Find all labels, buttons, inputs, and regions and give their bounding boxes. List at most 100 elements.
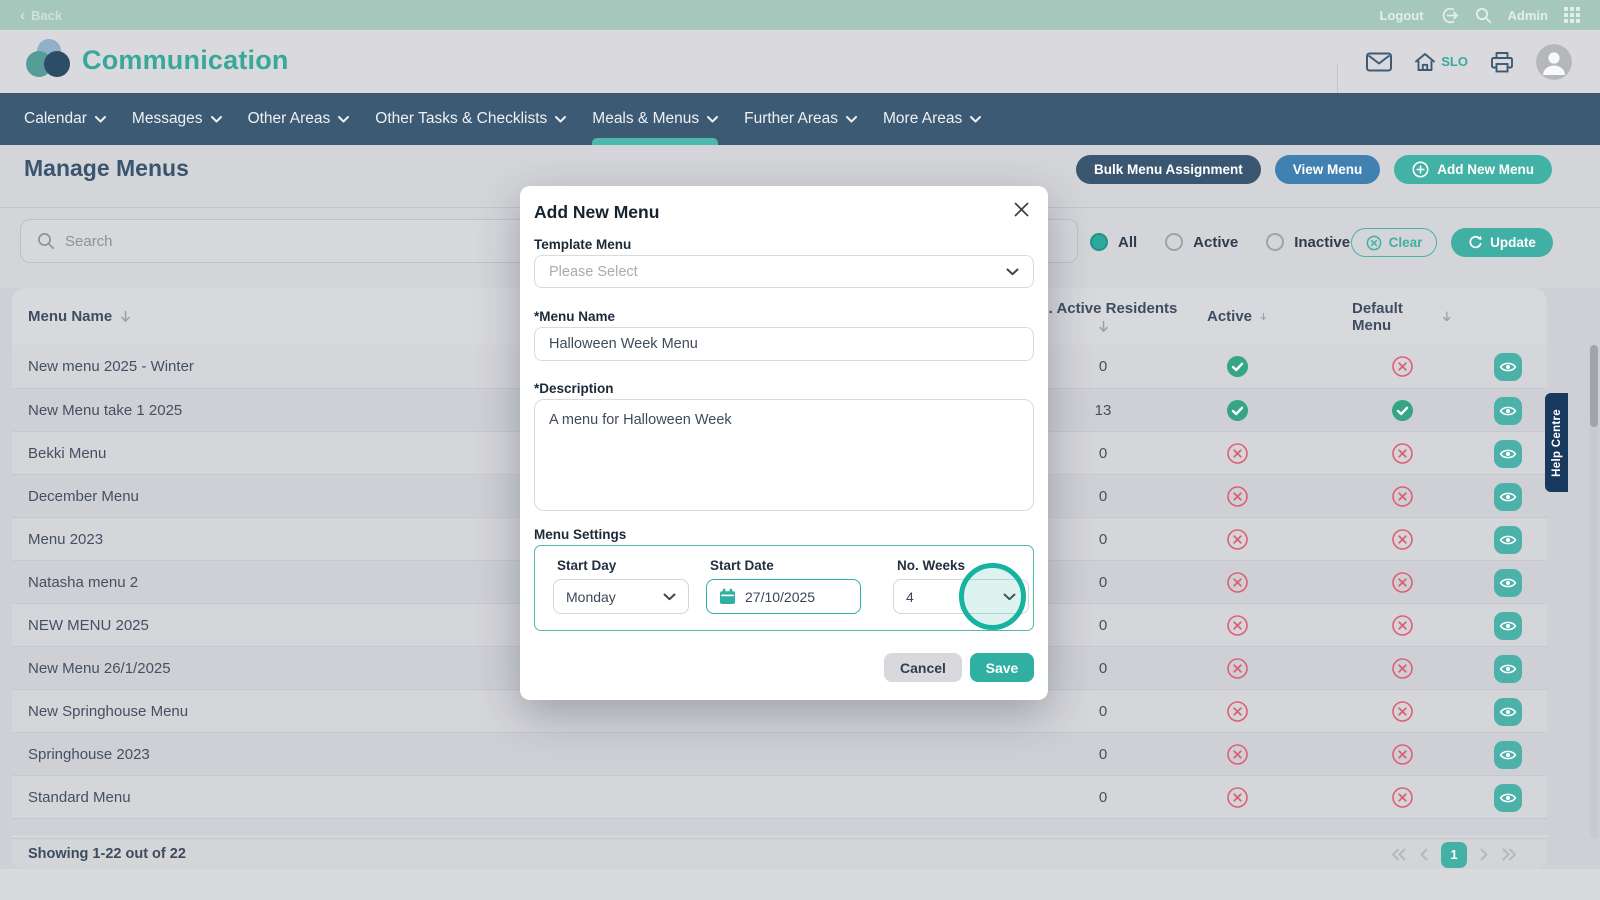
help-centre-tab[interactable]: Help Centre xyxy=(1545,393,1568,492)
cross-circle-icon xyxy=(1352,604,1452,647)
view-row-button[interactable] xyxy=(1494,569,1522,597)
view-row-button[interactable] xyxy=(1494,612,1522,640)
column-label: Active xyxy=(1207,308,1252,325)
nav-item-label: Messages xyxy=(132,110,203,128)
save-button[interactable]: Save xyxy=(970,653,1034,682)
chevron-down-icon xyxy=(1003,593,1016,601)
scrollbar-thumb[interactable] xyxy=(1590,345,1598,427)
nav-items: Calendar Messages Other Areas Other Task… xyxy=(24,93,981,145)
view-menu-button[interactable]: View Menu xyxy=(1275,155,1381,184)
chevron-down-icon xyxy=(846,116,857,123)
first-page-button[interactable] xyxy=(1391,848,1407,861)
view-row-button[interactable] xyxy=(1494,483,1522,511)
nav-item[interactable]: Meals & Menus xyxy=(592,93,718,145)
main-nav: Calendar Messages Other Areas Other Task… xyxy=(0,93,1600,145)
double-chevron-left-icon xyxy=(1391,848,1407,861)
bulk-menu-assignment-button[interactable]: Bulk Menu Assignment xyxy=(1076,155,1261,184)
last-page-button[interactable] xyxy=(1501,848,1517,861)
print-button[interactable] xyxy=(1490,51,1514,73)
chevron-down-icon xyxy=(1006,268,1019,276)
add-new-menu-modal: Add New Menu Template Menu Please Select… xyxy=(520,186,1048,700)
table-row[interactable]: Springhouse 2023 0 xyxy=(12,732,1547,775)
cross-circle-icon xyxy=(1207,690,1267,733)
eye-icon xyxy=(1499,404,1517,418)
nav-item-label: Further Areas xyxy=(744,110,838,128)
view-row-button[interactable] xyxy=(1494,698,1522,726)
app-title: Communication xyxy=(82,45,289,76)
eye-icon xyxy=(1499,360,1517,374)
nav-item-label: Other Tasks & Checklists xyxy=(375,110,547,128)
cross-circle-icon xyxy=(1207,647,1267,690)
radio-all[interactable]: All xyxy=(1090,233,1137,251)
sort-arrow-icon xyxy=(1098,320,1109,333)
avatar[interactable] xyxy=(1536,44,1572,80)
active-residents-cell: 0 xyxy=(1063,647,1143,690)
back-label: Back xyxy=(31,8,62,23)
close-button[interactable] xyxy=(1010,198,1033,221)
view-row-button[interactable] xyxy=(1494,655,1522,683)
site-code-label: SLO xyxy=(1441,54,1468,69)
radio-inactive[interactable]: Inactive xyxy=(1266,233,1350,251)
back-button[interactable]: ‹ Back xyxy=(20,8,62,23)
logout-link[interactable]: Logout xyxy=(1380,8,1424,23)
start-day-select[interactable]: Monday xyxy=(553,579,689,614)
app-logo xyxy=(26,39,72,83)
header-icons: SLO xyxy=(1366,30,1572,93)
home-button[interactable]: SLO xyxy=(1414,52,1468,72)
view-row-button[interactable] xyxy=(1494,784,1522,812)
search-icon[interactable] xyxy=(1475,7,1492,24)
bottom-strip xyxy=(0,869,1600,900)
next-page-button[interactable] xyxy=(1479,848,1489,861)
apps-grid-icon[interactable] xyxy=(1564,7,1580,23)
clear-button[interactable]: Clear xyxy=(1351,228,1437,257)
no-weeks-select[interactable]: 4 xyxy=(893,579,1029,614)
admin-link[interactable]: Admin xyxy=(1508,8,1548,23)
eye-icon xyxy=(1499,490,1517,504)
prev-page-button[interactable] xyxy=(1419,848,1429,861)
update-button[interactable]: Update xyxy=(1451,228,1553,257)
start-date-label: Start Date xyxy=(710,558,774,573)
cross-circle-icon xyxy=(1352,432,1452,475)
menu-name-label: *Menu Name xyxy=(534,309,615,324)
menu-name-input[interactable] xyxy=(534,327,1034,361)
template-menu-select[interactable]: Please Select xyxy=(534,255,1034,288)
mail-button[interactable] xyxy=(1366,52,1392,72)
print-icon xyxy=(1490,51,1514,73)
nav-item[interactable]: Messages xyxy=(132,93,222,145)
table-footer: Showing 1-22 out of 22 1 xyxy=(12,838,1547,869)
column-default-menu[interactable]: Default Menu xyxy=(1352,288,1452,345)
view-row-button[interactable] xyxy=(1494,741,1522,769)
cross-circle-icon xyxy=(1352,475,1452,518)
column-menu-name[interactable]: Menu Name xyxy=(28,288,131,345)
chevron-down-icon xyxy=(95,116,106,123)
radio-all-label: All xyxy=(1118,234,1137,251)
view-row-button[interactable] xyxy=(1494,397,1522,425)
logout-icon[interactable] xyxy=(1440,6,1459,25)
page-number-button[interactable]: 1 xyxy=(1441,842,1467,868)
description-textarea[interactable]: A menu for Halloween Week xyxy=(534,399,1034,511)
nav-item[interactable]: Other Areas xyxy=(248,93,350,145)
update-label: Update xyxy=(1490,235,1536,250)
table-row[interactable]: Standard Menu 0 xyxy=(12,775,1547,818)
close-icon xyxy=(1014,202,1029,217)
add-new-menu-button[interactable]: Add New Menu xyxy=(1394,155,1552,184)
start-date-input[interactable]: 27/10/2025 xyxy=(706,579,861,614)
radio-active[interactable]: Active xyxy=(1165,233,1238,251)
check-circle-icon xyxy=(1207,389,1267,432)
cancel-button[interactable]: Cancel xyxy=(884,653,962,682)
cross-circle-icon xyxy=(1207,604,1267,647)
nav-item[interactable]: Other Tasks & Checklists xyxy=(375,93,566,145)
view-row-button[interactable] xyxy=(1494,526,1522,554)
view-row-button[interactable] xyxy=(1494,440,1522,468)
active-residents-cell: 0 xyxy=(1063,518,1143,561)
column-active[interactable]: Active xyxy=(1207,288,1267,345)
nav-item[interactable]: Further Areas xyxy=(744,93,857,145)
chevron-left-icon xyxy=(1419,848,1429,861)
active-residents-cell: 0 xyxy=(1063,733,1143,776)
view-row-button[interactable] xyxy=(1494,353,1522,381)
menu-name-cell: New Springhouse Menu xyxy=(28,690,188,733)
nav-item[interactable]: More Areas xyxy=(883,93,981,145)
double-chevron-right-icon xyxy=(1501,848,1517,861)
cross-circle-icon xyxy=(1207,733,1267,776)
nav-item[interactable]: Calendar xyxy=(24,93,106,145)
